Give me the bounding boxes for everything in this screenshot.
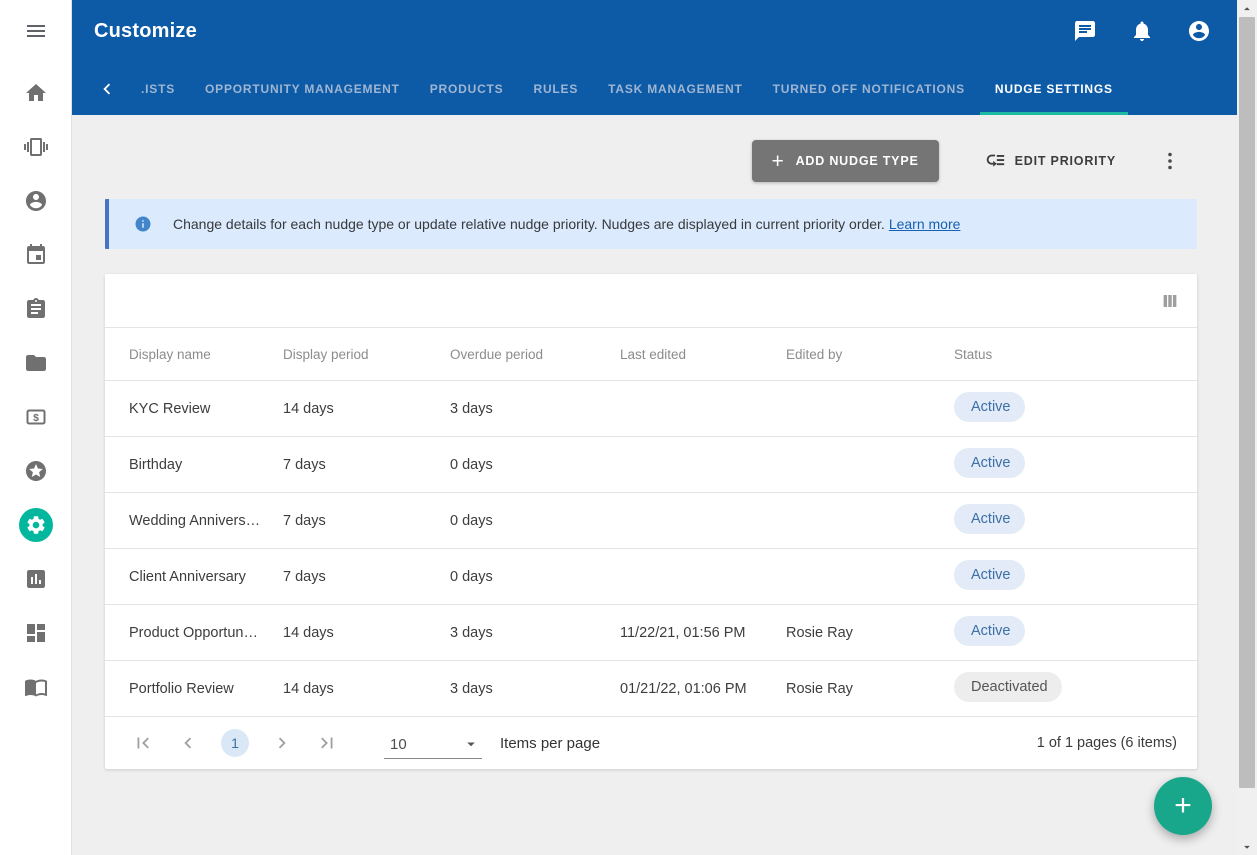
edit-priority-button[interactable]: EDIT PRIORITY xyxy=(984,150,1116,172)
chevron-down-icon xyxy=(462,735,480,753)
next-page-icon[interactable] xyxy=(270,731,294,755)
table-row[interactable]: Client Anniversary7 days0 daysActive xyxy=(105,549,1197,605)
status-badge: Active xyxy=(954,616,1025,646)
status-badge: Active xyxy=(954,560,1025,590)
first-page-icon[interactable] xyxy=(131,731,155,755)
table-row[interactable]: Birthday7 days0 daysActive xyxy=(105,437,1197,493)
settings-gear-icon[interactable] xyxy=(19,508,53,542)
column-header: Edited by xyxy=(786,347,954,362)
table-toolbar xyxy=(105,274,1197,328)
add-fab[interactable]: + xyxy=(1154,777,1212,835)
pagination-bar: 1 10 Items per page 1 of 1 pages (6 item… xyxy=(105,717,1197,769)
status-badge: Deactivated xyxy=(954,672,1062,702)
items-per-page-select[interactable]: 10 xyxy=(384,727,482,759)
pagination-summary: 1 of 1 pages (6 items) xyxy=(1037,735,1177,751)
status-badge: Active xyxy=(954,448,1025,478)
table-row[interactable]: Product Opportun…14 days3 days11/22/21, … xyxy=(105,605,1197,661)
previous-page-icon[interactable] xyxy=(176,731,200,755)
info-icon xyxy=(134,215,152,233)
plus-icon: + xyxy=(772,151,785,172)
tab-lists[interactable]: .ISTS xyxy=(126,62,190,115)
column-header: Last edited xyxy=(620,347,786,362)
table-row[interactable]: KYC Review14 days3 daysActive xyxy=(105,381,1197,437)
home-icon[interactable] xyxy=(19,76,53,110)
tab-nudge-settings[interactable]: NUDGE SETTINGS xyxy=(980,62,1128,115)
column-header: Status xyxy=(954,347,1197,362)
header-icons xyxy=(1073,19,1211,43)
tab-rules[interactable]: RULES xyxy=(518,62,593,115)
notifications-bell-icon[interactable] xyxy=(1130,19,1154,43)
vibration-icon[interactable] xyxy=(19,130,53,164)
scroll-down-icon[interactable] xyxy=(1237,838,1257,855)
table-row[interactable]: Portfolio Review14 days3 days01/21/22, 0… xyxy=(105,661,1197,717)
banner-text: Change details for each nudge type or up… xyxy=(173,216,960,232)
learn-more-link[interactable]: Learn more xyxy=(889,216,961,232)
table-row[interactable]: Wedding Annivers…7 days0 daysActive xyxy=(105,493,1197,549)
column-header: Display period xyxy=(283,347,450,362)
menu-icon[interactable] xyxy=(24,19,48,43)
tabs-scroll-left-icon[interactable] xyxy=(96,62,118,115)
titlebar: Customize xyxy=(72,0,1237,62)
chat-icon[interactable] xyxy=(1073,19,1097,43)
book-icon[interactable] xyxy=(19,670,53,704)
actions-row: + ADD NUDGE TYPE EDIT PRIORITY xyxy=(72,115,1237,182)
table-body: KYC Review14 days3 daysActive Birthday7 … xyxy=(105,381,1197,717)
svg-text:$: $ xyxy=(33,412,39,424)
dashboard-icon[interactable] xyxy=(19,616,53,650)
bar-chart-icon[interactable] xyxy=(19,562,53,596)
folder-icon[interactable] xyxy=(19,346,53,380)
person-icon[interactable] xyxy=(19,184,53,218)
status-badge: Active xyxy=(954,504,1025,534)
column-header: Display name xyxy=(129,347,283,362)
kebab-menu-icon[interactable] xyxy=(1158,149,1182,173)
calendar-icon[interactable] xyxy=(19,238,53,272)
app-header: Customize .ISTS OPPORTUNITY MANAGEMENT P… xyxy=(72,0,1237,115)
column-chooser-icon[interactable] xyxy=(1161,292,1179,310)
scrollbar-thumb[interactable] xyxy=(1239,17,1255,788)
page-title: Customize xyxy=(94,20,197,43)
current-page-button[interactable]: 1 xyxy=(221,729,249,757)
last-page-icon[interactable] xyxy=(315,731,339,755)
low-priority-icon xyxy=(984,150,1006,172)
tab-bar: .ISTS OPPORTUNITY MANAGEMENT PRODUCTS RU… xyxy=(72,62,1237,115)
tab-opportunity-management[interactable]: OPPORTUNITY MANAGEMENT xyxy=(190,62,415,115)
sidebar: $ xyxy=(0,0,72,855)
tab-products[interactable]: PRODUCTS xyxy=(415,62,519,115)
table-header-row: Display name Display period Overdue peri… xyxy=(105,328,1197,381)
tab-task-management[interactable]: TASK MANAGEMENT xyxy=(593,62,757,115)
column-header: Overdue period xyxy=(450,347,620,362)
main-content: + ADD NUDGE TYPE EDIT PRIORITY Change de… xyxy=(72,115,1237,855)
scroll-up-icon[interactable] xyxy=(1237,0,1257,17)
items-per-page-label: Items per page xyxy=(500,735,600,752)
status-badge: Active xyxy=(954,392,1025,422)
nudge-table-card: Display name Display period Overdue peri… xyxy=(105,274,1197,769)
star-circle-icon[interactable] xyxy=(19,454,53,488)
clipboard-icon[interactable] xyxy=(19,292,53,326)
sidebar-nav: $ xyxy=(19,76,53,704)
tab-turned-off-notifications[interactable]: TURNED OFF NOTIFICATIONS xyxy=(758,62,980,115)
add-nudge-type-button[interactable]: + ADD NUDGE TYPE xyxy=(752,140,939,182)
info-banner: Change details for each nudge type or up… xyxy=(105,199,1197,249)
dollar-card-icon[interactable]: $ xyxy=(19,400,53,434)
account-circle-icon[interactable] xyxy=(1187,19,1211,43)
vertical-scrollbar[interactable] xyxy=(1237,0,1257,855)
